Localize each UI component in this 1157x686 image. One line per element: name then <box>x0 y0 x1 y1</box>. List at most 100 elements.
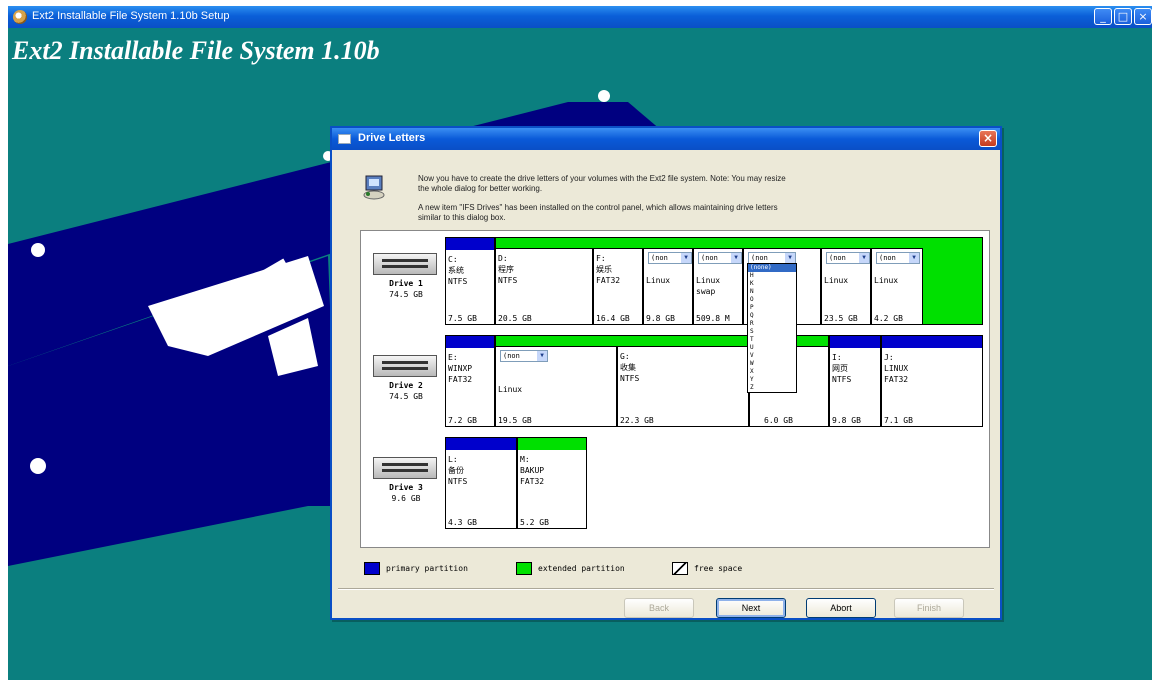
dropdown-option[interactable]: T <box>748 336 796 344</box>
partition-fs: NTFS <box>448 477 468 486</box>
partition-label: 收集 <box>620 363 636 372</box>
partition-size: 9.8 GB <box>832 416 861 425</box>
drive-letter-combo[interactable]: (non ▼ <box>648 252 692 264</box>
chevron-down-icon[interactable]: ▼ <box>681 253 691 263</box>
close-button[interactable]: × <box>1134 8 1152 25</box>
partition-linux-1[interactable]: (non ▼ Linux 9.8 GB <box>643 248 693 325</box>
dropdown-option[interactable]: N <box>748 288 796 296</box>
dropdown-option[interactable]: H <box>748 272 796 280</box>
info-text-line-4: similar to this dialog box. <box>418 213 506 222</box>
dropdown-option[interactable]: Y <box>748 376 796 384</box>
setup-title-bar: Ext2 Installable File System 1.10b Setup… <box>8 6 1152 28</box>
chevron-down-icon[interactable]: ▼ <box>537 351 547 361</box>
abort-button[interactable]: Abort <box>806 598 876 618</box>
drive-name: Drive 3 <box>389 483 423 492</box>
next-button[interactable]: Next <box>716 598 786 618</box>
combo-value: (non <box>503 352 520 360</box>
partition-size: 7.1 GB <box>884 416 913 425</box>
partition-g[interactable]: G: 收集 NTFS 22.3 GB <box>617 346 749 427</box>
partition-e[interactable]: E: WINXP FAT32 7.2 GB <box>445 335 495 427</box>
partition-size: 4.2 GB <box>874 314 903 323</box>
dropdown-option[interactable]: W <box>748 360 796 368</box>
extended-bar <box>518 438 586 450</box>
partition-size: 4.3 GB <box>448 518 477 527</box>
partition-l[interactable]: L: 备份 NTFS 4.3 GB <box>445 437 517 529</box>
drive-letter-combo[interactable]: (non ▼ <box>876 252 920 264</box>
partition-linux-3[interactable]: (non ▼ Linux 4.2 GB <box>871 248 923 325</box>
partition-size: 5.2 GB <box>520 518 549 527</box>
drive-letter-combo[interactable]: (non ▼ <box>826 252 870 264</box>
partition-letter: D: <box>498 254 508 263</box>
partition-j[interactable]: J: LINUX FAT32 7.1 GB <box>881 335 983 427</box>
partition-linux-swap[interactable]: (non ▼ Linux swap 509.8 M <box>693 248 743 325</box>
dropdown-option[interactable]: Q <box>748 312 796 320</box>
drive-size: 9.6 GB <box>391 494 421 503</box>
partition-fs-detail: swap <box>696 287 716 296</box>
info-text-line-1: Now you have to create the drive letters… <box>418 174 786 183</box>
partition-linux-2[interactable]: (non ▼ Linux 23.5 GB <box>821 248 871 325</box>
partition-f[interactable]: F: 娱乐 FAT32 16.4 GB <box>593 248 643 325</box>
partition-fs: FAT32 <box>596 276 621 285</box>
dropdown-option-none[interactable]: (none) <box>748 264 796 272</box>
dropdown-option[interactable]: S <box>748 328 796 336</box>
partition-fs: NTFS <box>448 277 468 286</box>
finish-button[interactable]: Finish <box>894 598 964 618</box>
dialog-window-icon <box>338 134 351 144</box>
dropdown-option[interactable]: R <box>748 320 796 328</box>
partition-size: 23.5 GB <box>824 314 858 323</box>
partition-size: 509.8 M <box>696 314 730 323</box>
legend-label-free: free space <box>694 564 743 573</box>
chevron-down-icon[interactable]: ▼ <box>785 253 795 263</box>
partition-fs: FAT32 <box>884 375 909 384</box>
partition-letter: J: <box>884 353 894 362</box>
partition-fs: Linux <box>696 276 721 285</box>
drive-letter-dropdown-list[interactable]: (none) H K N O P Q R S T U V W X Y Z <box>747 263 797 393</box>
info-text-line-3: A new item "IFS Drives" has been install… <box>418 203 778 212</box>
dialog-title-bar[interactable]: Drive Letters × <box>332 128 1000 150</box>
partition-size: 9.8 GB <box>646 314 675 323</box>
partition-c[interactable]: C: 系统 NTFS 7.5 GB <box>445 237 495 325</box>
partition-letter: F: <box>596 254 606 263</box>
back-button[interactable]: Back <box>624 598 694 618</box>
dropdown-option[interactable]: U <box>748 344 796 352</box>
dialog-close-button[interactable]: × <box>979 130 997 147</box>
legend-label-extended: extended partition <box>538 564 625 573</box>
partition-size: 20.5 GB <box>498 314 532 323</box>
drive-name: Drive 2 <box>389 381 423 390</box>
drive-3: Drive 3 9.6 GB <box>369 457 443 517</box>
partition-m[interactable]: M: BAKUP FAT32 5.2 GB <box>517 437 587 529</box>
primary-bar <box>830 336 880 348</box>
partition-letter: E: <box>448 353 458 362</box>
partition-fs: NTFS <box>620 374 640 383</box>
drive-1: Drive 1 74.5 GB <box>369 253 443 313</box>
minimize-button[interactable]: _ <box>1094 8 1112 25</box>
partition-fs: Linux <box>874 276 899 285</box>
chevron-down-icon[interactable]: ▼ <box>731 253 741 263</box>
combo-value: (non <box>829 254 846 262</box>
dropdown-option[interactable]: P <box>748 304 796 312</box>
dropdown-option[interactable]: O <box>748 296 796 304</box>
partition-i[interactable]: I: 网页 NTFS 9.8 GB <box>829 335 881 427</box>
partition-d[interactable]: D: 程序 NTFS 20.5 GB <box>495 248 593 325</box>
dialog-title: Drive Letters <box>358 132 426 144</box>
chevron-down-icon[interactable]: ▼ <box>909 253 919 263</box>
dropdown-option[interactable]: Z <box>748 384 796 392</box>
chevron-down-icon[interactable]: ▼ <box>859 253 869 263</box>
dropdown-option[interactable]: X <box>748 368 796 376</box>
maximize-button[interactable]: □ <box>1114 8 1132 25</box>
primary-bar <box>446 336 494 348</box>
partition-linux-4[interactable]: (non ▼ Linux 19.5 GB <box>495 346 617 427</box>
drive-letter-combo[interactable]: (non ▼ <box>500 350 548 362</box>
dropdown-option[interactable]: K <box>748 280 796 288</box>
dropdown-option[interactable]: V <box>748 352 796 360</box>
partition-size: 7.5 GB <box>448 314 477 323</box>
partition-label: 备份 <box>448 466 464 475</box>
setup-app-icon <box>13 10 27 24</box>
partition-fs: Linux <box>646 276 671 285</box>
drive-size: 74.5 GB <box>389 290 423 299</box>
drive-letter-combo[interactable]: (non ▼ <box>698 252 742 264</box>
disk-info-icon <box>363 175 385 200</box>
partition-size: 16.4 GB <box>596 314 630 323</box>
legend-swatch-primary <box>364 562 380 575</box>
partition-letter: C: <box>448 255 458 264</box>
